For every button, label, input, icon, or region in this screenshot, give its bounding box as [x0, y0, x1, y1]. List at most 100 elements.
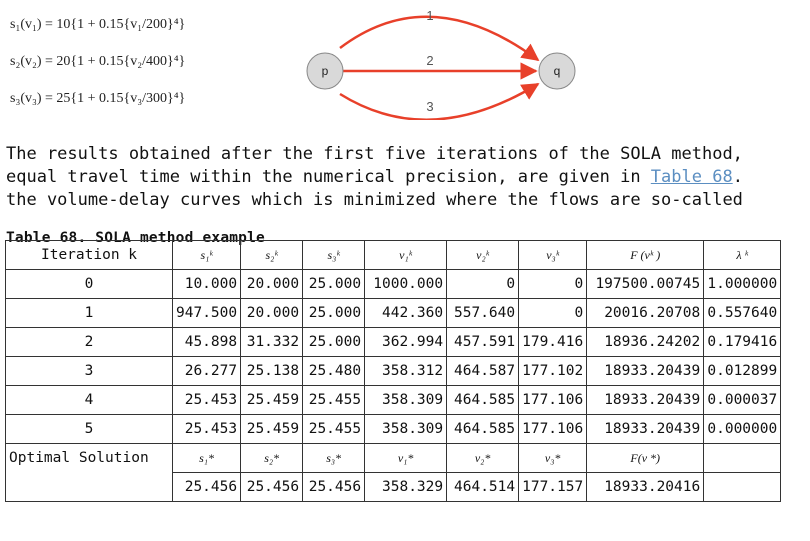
cell-objective: 18933.20439: [586, 385, 705, 415]
para-line-2a: equal travel time within the numerical p…: [6, 167, 651, 187]
formula-s2: s₂(v₂) = 20{1 + 0.15{v₂/400}⁴}: [10, 54, 186, 69]
optimal-v2: 464.514: [446, 472, 520, 502]
cell-s2: 20.000: [240, 298, 304, 328]
para-line-2b: .: [732, 167, 754, 187]
cell-objective: 20016.20708: [586, 298, 705, 328]
node-q-label: q: [554, 64, 561, 78]
cell-s2: 25.459: [240, 414, 304, 444]
formula-s1: s₁(v₁) = 10{1 + 0.15{v₁/200}⁴}: [10, 17, 186, 32]
network-diagram: p q 1 2 3: [306, 8, 576, 120]
cell-lambda: 0.000000: [703, 414, 782, 444]
edge-1-label: 1: [426, 8, 433, 23]
cell-v2: 464.585: [446, 385, 520, 415]
cell-s3: 25.000: [302, 327, 366, 357]
cell-lambda: 0.179416: [703, 327, 782, 357]
formula-s3: s₃(v₃) = 25{1 + 0.15{v₃/300}⁴}: [10, 91, 186, 106]
cell-v3: 177.106: [518, 385, 588, 415]
table-row: 5 25.453 25.459 25.455 358.309 464.585 1…: [5, 414, 782, 444]
header-v3: v₃ᵏ: [518, 240, 588, 270]
edge-3-label: 3: [426, 99, 433, 114]
header-s1: s₁ᵏ: [171, 240, 242, 270]
cell-v1: 358.309: [364, 414, 448, 444]
cell-v1: 362.994: [364, 327, 448, 357]
cell-s1: 10.000: [171, 269, 242, 299]
cell-lambda: 0.557640: [703, 298, 782, 328]
optimal-header-v3: v₃*: [518, 443, 588, 473]
sola-results-table: Iteration k s₁ᵏ s₂ᵏ s₃ᵏ v₁ᵏ v₂ᵏ v₃ᵏ F (v…: [5, 240, 782, 502]
optimal-header-s3: s₃*: [302, 443, 366, 473]
cell-s3: 25.455: [302, 385, 366, 415]
cell-v2: 0: [446, 269, 520, 299]
cell-v1: 442.360: [364, 298, 448, 328]
cell-iteration: 0: [5, 269, 173, 299]
optimal-header-v2: v₂*: [446, 443, 520, 473]
table-row: 2 45.898 31.332 25.000 362.994 457.591 1…: [5, 327, 782, 357]
cell-v2: 557.640: [446, 298, 520, 328]
cell-v1: 358.309: [364, 385, 448, 415]
cell-s1: 947.500: [171, 298, 242, 328]
optimal-s3: 25.456: [302, 472, 366, 502]
cell-s1: 26.277: [171, 356, 242, 386]
optimal-empty: [703, 472, 782, 502]
cell-s2: 25.459: [240, 385, 304, 415]
cell-s3: 25.000: [302, 298, 366, 328]
cell-v2: 457.591: [446, 327, 520, 357]
optimal-s2: 25.456: [240, 472, 304, 502]
cell-iteration: 1: [5, 298, 173, 328]
table-row: 3 26.277 25.138 25.480 358.312 464.587 1…: [5, 356, 782, 386]
table-row: 1 947.500 20.000 25.000 442.360 557.640 …: [5, 298, 782, 328]
cell-iteration: 5: [5, 414, 173, 444]
cell-v3: 177.102: [518, 356, 588, 386]
header-v1: v₁ᵏ: [364, 240, 448, 270]
header-s3: s₃ᵏ: [302, 240, 366, 270]
cell-s2: 25.138: [240, 356, 304, 386]
para-line-1: The results obtained after the first fiv…: [6, 144, 754, 164]
results-paragraph: The results obtained after the first fiv…: [6, 143, 806, 212]
optimal-s1: 25.456: [171, 472, 242, 502]
cell-v2: 464.587: [446, 356, 520, 386]
cell-objective: 18933.20439: [586, 356, 705, 386]
optimal-v3: 177.157: [518, 472, 588, 502]
optimal-header-empty: [703, 443, 782, 473]
optimal-solution-label: Optimal Solution: [5, 443, 173, 502]
table-68-link[interactable]: Table 68: [651, 167, 733, 187]
edge-1-arc: [339, 15, 540, 62]
cell-v3: 177.106: [518, 414, 588, 444]
cell-s3: 25.000: [302, 269, 366, 299]
node-p-label: p: [322, 64, 329, 78]
formula-block: s₁(v₁) = 10{1 + 0.15{v₁/200}⁴} s₂(v₂) = …: [10, 10, 270, 121]
optimal-header-objective: F(v *): [586, 443, 705, 473]
cell-s1: 25.453: [171, 385, 242, 415]
header-lambda: λ ᵏ: [703, 240, 782, 270]
header-iteration: Iteration k: [5, 240, 173, 270]
cell-v1: 358.312: [364, 356, 448, 386]
cell-v2: 464.585: [446, 414, 520, 444]
edge-3-arc: [339, 82, 540, 120]
table-row: 4 25.453 25.459 25.455 358.309 464.585 1…: [5, 385, 782, 415]
cell-v3: 0: [518, 269, 588, 299]
cell-iteration: 4: [5, 385, 173, 415]
cell-iteration: 2: [5, 327, 173, 357]
para-line-3: the volume-delay curves which is minimiz…: [6, 190, 743, 210]
optimal-header-s1: s₁*: [171, 443, 242, 473]
optimal-header-v1: v₁*: [364, 443, 448, 473]
optimal-header-s2: s₂*: [240, 443, 304, 473]
header-v2: v₂ᵏ: [446, 240, 520, 270]
cell-objective: 197500.00745: [586, 269, 705, 299]
optimal-header-row: Optimal Solution s₁* s₂* s₃* v₁* v₂* v₃*…: [5, 443, 782, 502]
cell-lambda: 1.000000: [703, 269, 782, 299]
cell-s3: 25.455: [302, 414, 366, 444]
cell-lambda: 0.000037: [703, 385, 782, 415]
cell-v3: 179.416: [518, 327, 588, 357]
cell-s3: 25.480: [302, 356, 366, 386]
cell-s1: 45.898: [171, 327, 242, 357]
cell-v1: 1000.000: [364, 269, 448, 299]
cell-iteration: 3: [5, 356, 173, 386]
cell-s2: 31.332: [240, 327, 304, 357]
header-row: Iteration k s₁ᵏ s₂ᵏ s₃ᵏ v₁ᵏ v₂ᵏ v₃ᵏ F (v…: [5, 240, 782, 270]
optimal-v1: 358.329: [364, 472, 448, 502]
header-s2: s₂ᵏ: [240, 240, 304, 270]
cell-lambda: 0.012899: [703, 356, 782, 386]
table-row: 0 10.000 20.000 25.000 1000.000 0 0 1975…: [5, 269, 782, 299]
cell-v3: 0: [518, 298, 588, 328]
